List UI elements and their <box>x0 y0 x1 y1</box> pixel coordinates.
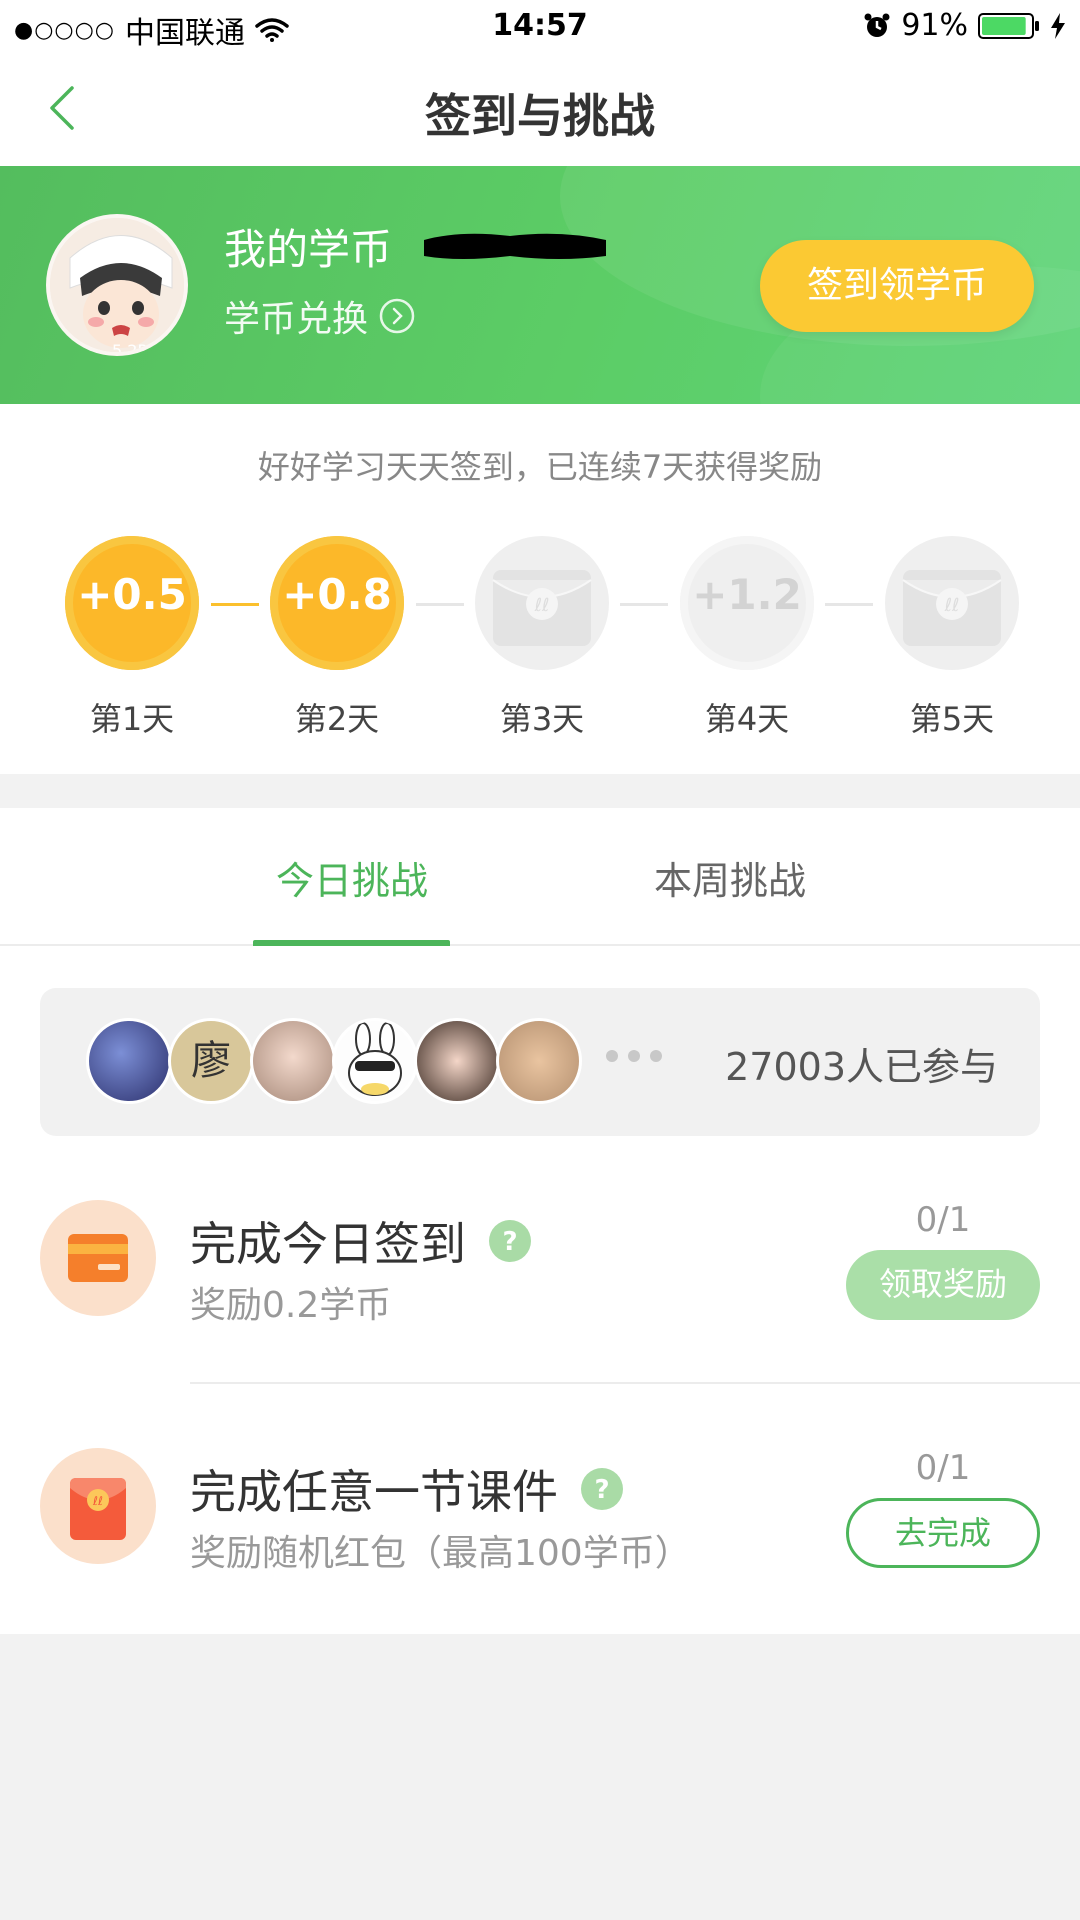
task-title-row: 完成任意一节课件 ? <box>190 1456 624 1522</box>
day-3: ℓℓ 第3天 <box>475 536 609 738</box>
signin-claim-button[interactable]: 签到领学币 <box>760 240 1034 332</box>
help-question-icon[interactable]: ? <box>488 1219 532 1263</box>
day-reward: +1.2 <box>692 570 802 619</box>
my-coins-label: 我的学币 <box>224 225 393 274</box>
svg-text:ℓℓ: ℓℓ <box>944 595 960 616</box>
battery-percent: 91% <box>901 8 968 43</box>
tab-weekly-challenge[interactable]: 本周挑战 <box>630 850 830 905</box>
avatar-text: 5.2P <box>112 341 147 356</box>
participant-avatar <box>496 1018 582 1104</box>
red-envelope-icon: ℓℓ <box>902 570 1002 646</box>
red-envelope-icon: ℓℓ <box>492 570 592 646</box>
day-label: 第5天 <box>909 700 995 738</box>
task-title: 完成任意一节课件 <box>190 1465 558 1519</box>
go-complete-button[interactable]: 去完成 <box>846 1498 1040 1568</box>
challenge-content: 廖 27003人已参与 完成今日签到 ? 奖励0.2学币 0/1 领取奖励 ℓℓ… <box>0 946 1080 1634</box>
day-2: +0.8 第2天 <box>270 536 404 738</box>
day-connector <box>416 603 464 606</box>
day-4: +1.2 第4天 <box>680 536 814 738</box>
chevron-circle-right-icon <box>379 298 415 334</box>
red-packet-icon: ℓℓ <box>70 1478 126 1540</box>
task-icon-badge: ℓℓ <box>40 1448 156 1564</box>
day-5: ℓℓ 第5天 <box>885 536 1019 738</box>
task-divider <box>190 1382 1080 1384</box>
bunny-illustration <box>348 1022 402 1096</box>
task-daily-signin: 完成今日签到 ? 奖励0.2学币 0/1 领取奖励 <box>0 1200 1080 1400</box>
participants-bar[interactable]: 廖 27003人已参与 <box>40 988 1040 1136</box>
card-icon <box>68 1234 128 1282</box>
alarm-icon <box>864 13 890 37</box>
nav-bar: 签到与挑战 <box>0 54 1080 166</box>
page-title: 签到与挑战 <box>425 89 655 143</box>
status-bar: ●○○○○ 中国联通 14:57 91% <box>0 0 1080 54</box>
challenge-tabs: 今日挑战 本周挑战 <box>0 808 1080 948</box>
more-participants-dots <box>606 1050 662 1062</box>
task-progress: 0/1 <box>915 1200 971 1240</box>
day-connector <box>825 603 873 606</box>
day-reward: +0.5 <box>77 570 187 619</box>
task-reward-text: 奖励0.2学币 <box>190 1285 392 1326</box>
tab-today-challenge[interactable]: 今日挑战 <box>252 850 452 905</box>
coin-exchange-label: 学币兑换 <box>224 299 369 340</box>
svg-text:?: ? <box>594 1475 609 1505</box>
user-avatar[interactable]: 5.2P <box>46 214 188 356</box>
day-label: 第3天 <box>499 700 585 738</box>
participant-avatar <box>332 1018 418 1104</box>
task-progress: 0/1 <box>915 1448 971 1488</box>
coin-header: 5.2P 我的学币 学币兑换 签到领学币 <box>0 166 1080 404</box>
task-title-row: 完成今日签到 ? <box>190 1208 532 1274</box>
battery-icon <box>978 12 1039 39</box>
day-label: 第1天 <box>89 700 175 738</box>
coin-exchange-link[interactable]: 学币兑换 <box>224 290 416 342</box>
day-connector <box>620 603 668 606</box>
day-1: +0.5 第1天 <box>65 536 199 738</box>
svg-text:ℓℓ: ℓℓ <box>534 595 550 616</box>
task-icon-badge <box>40 1200 156 1316</box>
avatar-illustration: 5.2P <box>50 218 184 356</box>
redacted-amount <box>424 233 606 259</box>
day-label: 第4天 <box>704 700 790 738</box>
svg-text:ℓℓ: ℓℓ <box>92 1494 103 1508</box>
charging-bolt-icon <box>1051 12 1065 39</box>
checkin-section: 好好学习天天签到，已连续7天获得奖励 +0.5 第1天 +0.8 第2天 ℓℓ … <box>0 404 1080 774</box>
participant-avatar: 廖 <box>168 1018 254 1104</box>
claim-reward-button[interactable]: 领取奖励 <box>846 1250 1040 1320</box>
participant-avatar <box>414 1018 500 1104</box>
task-title: 完成今日签到 <box>190 1217 466 1271</box>
task-complete-course: ℓℓ 完成任意一节课件 ? 奖励随机红包（最高100学币） 0/1 去完成 <box>0 1448 1080 1648</box>
participant-avatar <box>250 1018 336 1104</box>
day-reward: +0.8 <box>282 570 392 619</box>
participant-avatar-glyph: 廖 <box>191 1038 231 1084</box>
participant-count: 27003人已参与 <box>725 1045 998 1089</box>
checkin-note: 好好学习天天签到，已连续7天获得奖励 <box>257 448 823 486</box>
day-label: 第2天 <box>294 700 380 738</box>
task-reward-text: 奖励随机红包（最高100学币） <box>190 1533 691 1574</box>
help-question-icon[interactable]: ? <box>580 1467 624 1511</box>
day-connector <box>211 603 259 606</box>
status-right: 91% <box>863 8 1066 43</box>
participant-avatar <box>86 1018 172 1104</box>
svg-text:?: ? <box>502 1227 517 1257</box>
